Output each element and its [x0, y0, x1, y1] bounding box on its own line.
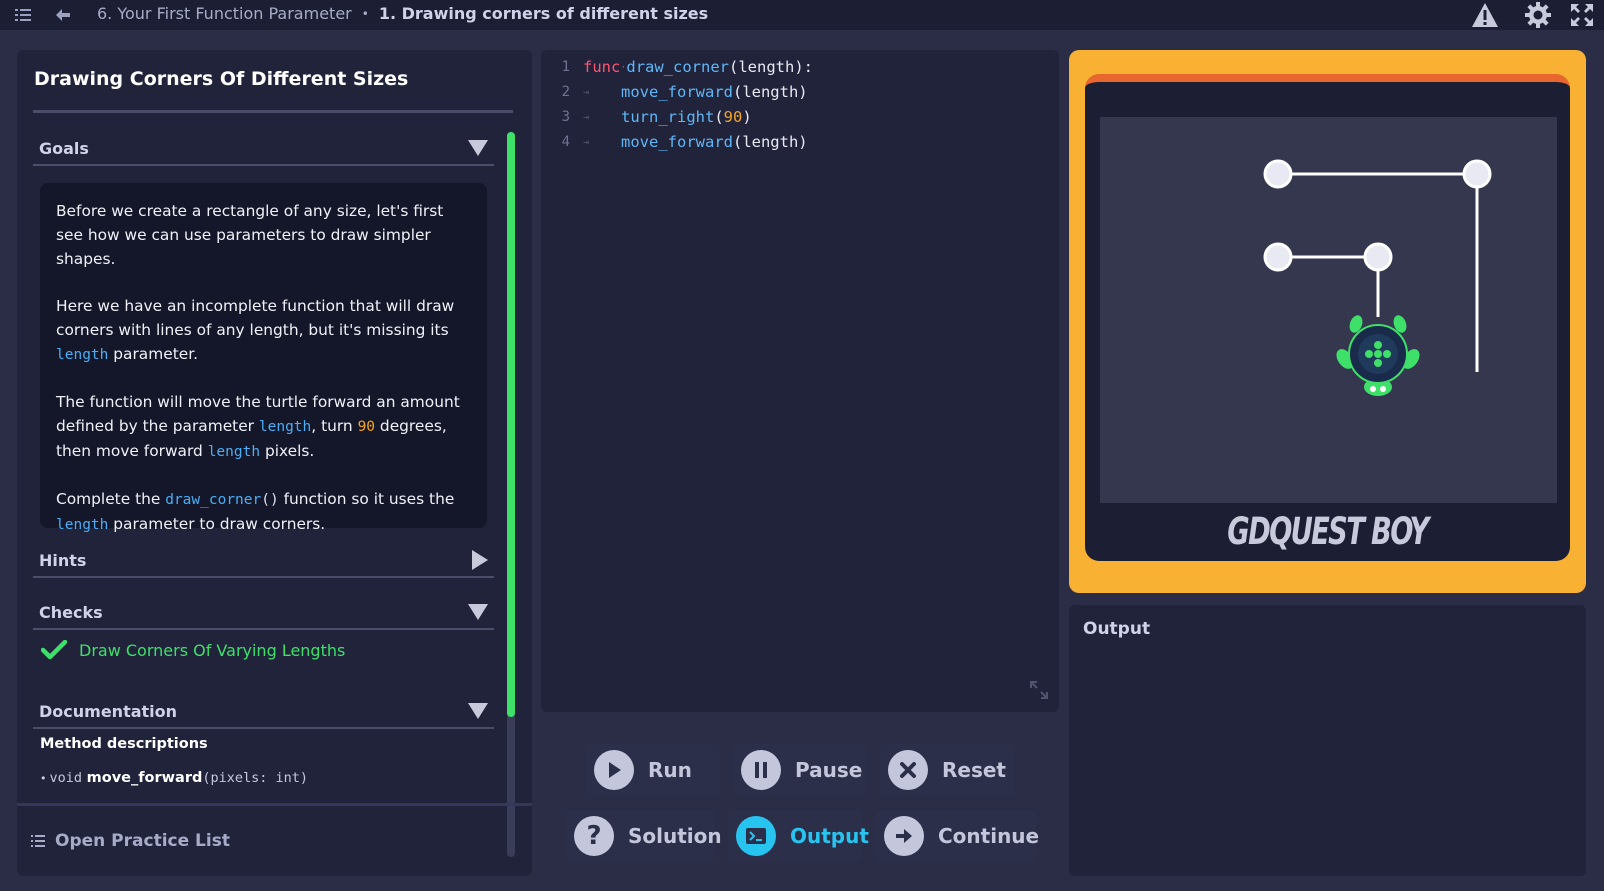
section-hints-label: Hints	[39, 550, 87, 570]
warning-icon[interactable]	[1470, 1, 1500, 29]
path-node	[1263, 159, 1492, 272]
goals-paragraph: Here we have an incomplete function that…	[56, 297, 455, 363]
output-panel: Output	[1069, 605, 1586, 876]
arrow-right-icon	[884, 815, 924, 856]
game-console: GDQUEST BOY	[1085, 74, 1570, 561]
lesson-title: Drawing Corners Of Different Sizes	[34, 68, 409, 90]
section-documentation-label: Documentation	[39, 701, 178, 721]
goals-content: Before we create a rectangle of any size…	[40, 183, 487, 533]
goals-paragraph: The function will move the turtle forwar…	[56, 393, 460, 460]
breadcrumb-separator: •	[361, 6, 369, 21]
breadcrumb-lesson: 1. Drawing corners of different sizes	[378, 4, 709, 23]
code-line[interactable]: 1 func · draw_corner (length):	[541, 55, 813, 79]
output-button[interactable]: Output	[728, 810, 869, 861]
gear-icon[interactable]	[1523, 1, 1553, 29]
breadcrumb: 6. Your First Function Parameter • 1. Dr…	[97, 4, 708, 23]
reset-button[interactable]: Reset	[880, 744, 1014, 795]
practice-list-label: Open Practice List	[55, 831, 230, 851]
expand-triangle-icon[interactable]	[472, 550, 488, 570]
checkmark-icon	[41, 640, 67, 660]
pause-icon	[741, 749, 781, 790]
menu-icon[interactable]	[10, 2, 36, 28]
game-frame: GDQUEST BOY	[1069, 50, 1586, 593]
close-icon	[888, 749, 928, 790]
code-line[interactable]: 3 ⇥ turn_right(90)	[541, 105, 752, 129]
section-checks-header[interactable]: Checks	[33, 596, 494, 630]
console-brand-logo: GDQUEST BOY	[1227, 510, 1429, 553]
title-divider	[33, 110, 513, 113]
expand-editor-icon[interactable]	[1029, 680, 1049, 704]
section-documentation-header[interactable]: Documentation	[33, 695, 494, 729]
terminal-icon	[736, 815, 776, 856]
goals-paragraph: Complete the draw_corner() function so i…	[56, 490, 455, 533]
game-screen	[1100, 117, 1557, 503]
solution-button[interactable]: ? Solution	[566, 810, 722, 861]
collapse-triangle-icon[interactable]	[468, 703, 488, 719]
turtle-canvas	[1263, 159, 1492, 396]
top-bar: 6. Your First Function Parameter • 1. Dr…	[0, 0, 1604, 30]
run-button[interactable]: Run	[586, 744, 720, 795]
section-checks-label: Checks	[39, 602, 103, 622]
play-icon	[594, 749, 634, 790]
open-practice-list-button[interactable]: Open Practice List	[17, 803, 532, 876]
doc-method-entry: • void move_forward(pixels: int)	[40, 770, 309, 786]
goals-paragraph: Before we create a rectangle of any size…	[56, 202, 444, 268]
check-label: Draw Corners Of Varying Lengths	[79, 640, 346, 660]
collapse-triangle-icon[interactable]	[468, 140, 488, 156]
continue-button[interactable]: Continue	[876, 810, 1039, 861]
code-line[interactable]: 2 ⇥ move_forward (length)	[541, 80, 808, 104]
list-icon	[31, 835, 45, 847]
section-goals-header[interactable]: Goals	[33, 132, 494, 166]
back-arrow-icon[interactable]	[50, 2, 76, 28]
code-line[interactable]: 4 ⇥ move_forward (length)	[541, 130, 808, 154]
turtle-sprite	[1336, 315, 1420, 396]
pause-button[interactable]: Pause	[733, 744, 867, 795]
scrollbar[interactable]	[507, 132, 515, 857]
scrollbar-thumb[interactable]	[507, 132, 515, 717]
breadcrumb-chapter[interactable]: 6. Your First Function Parameter	[97, 4, 352, 23]
check-item: Draw Corners Of Varying Lengths	[41, 640, 345, 660]
section-hints-header[interactable]: Hints	[33, 544, 494, 578]
collapse-triangle-icon[interactable]	[468, 604, 488, 620]
output-label: Output	[1083, 619, 1151, 639]
doc-subheading: Method descriptions	[40, 736, 208, 752]
question-icon: ?	[574, 815, 614, 856]
lesson-panel: Drawing Corners Of Different Sizes Goals…	[17, 50, 532, 876]
code-editor[interactable]: 1 func · draw_corner (length): 2 ⇥ move_forwar…	[541, 50, 1059, 712]
fullscreen-icon[interactable]	[1568, 1, 1596, 29]
section-goals-label: Goals	[39, 138, 89, 158]
